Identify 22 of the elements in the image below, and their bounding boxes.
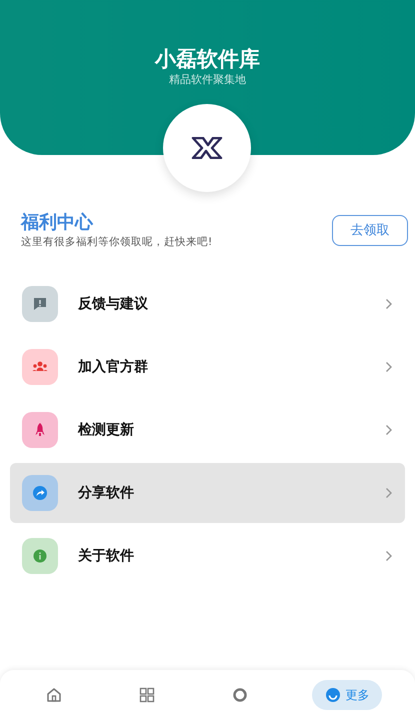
feedback-icon	[31, 295, 49, 313]
menu-item[interactable]: 分享软件	[10, 463, 405, 523]
chevron-icon	[385, 550, 393, 562]
home-icon	[45, 686, 64, 704]
menu-item[interactable]: 关于软件	[10, 526, 405, 586]
chevron-icon	[385, 487, 393, 499]
share-icon	[31, 484, 49, 502]
grid-icon	[138, 686, 156, 704]
chevron-icon	[385, 298, 393, 310]
claim-button[interactable]: 去领取	[332, 214, 408, 246]
menu-item[interactable]: 反馈与建议	[10, 274, 405, 334]
welfare-description: 这里有很多福利等你领取呢，赶快来吧!	[21, 235, 212, 249]
menu-item[interactable]: 加入官方群	[10, 337, 405, 397]
chevron-icon	[385, 424, 393, 436]
app-subtitle: 精品软件聚集地	[169, 73, 246, 87]
logo-icon	[191, 137, 223, 159]
welfare-title: 福利中心	[21, 211, 94, 235]
app-title: 小磊软件库	[155, 46, 260, 73]
more-icon	[324, 686, 342, 704]
chevron-icon	[385, 361, 393, 373]
menu-item[interactable]: 检测更新	[10, 400, 405, 460]
info-icon	[31, 547, 49, 565]
